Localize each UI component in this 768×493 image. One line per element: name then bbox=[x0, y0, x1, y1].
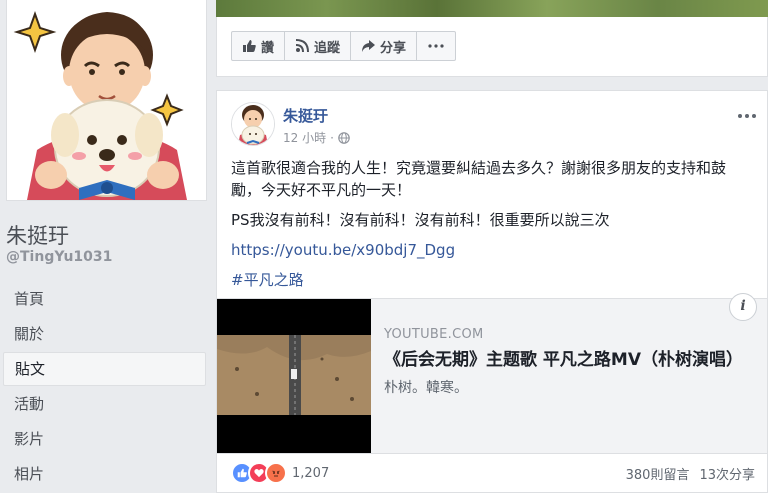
link-preview-domain: YOUTUBE.COM bbox=[384, 327, 484, 342]
page-action-card: 讚 追蹤 分享 bbox=[216, 17, 768, 77]
page-nav: 首頁 關於 貼文 活動 影片 相片 bbox=[0, 282, 216, 492]
like-page-button[interactable]: 讚 bbox=[232, 32, 286, 60]
post-link[interactable]: https://youtu.be/x90bdj7_Dgg bbox=[231, 241, 455, 259]
nav-item-photos[interactable]: 相片 bbox=[3, 457, 206, 491]
page-name[interactable]: 朱挺玗 bbox=[6, 220, 69, 250]
reaction-count: 1,207 bbox=[292, 465, 330, 481]
desert-road-thumbnail bbox=[217, 299, 371, 453]
reactions-summary[interactable]: 1,207 bbox=[231, 462, 329, 484]
share-button[interactable]: 分享 bbox=[351, 32, 418, 60]
video-thumbnail[interactable] bbox=[217, 299, 371, 453]
link-preview-card[interactable]: YOUTUBE.COM 《后会无期》主题歌 平凡之路MV（朴树演唱） 朴树。韓寒… bbox=[217, 293, 767, 454]
left-column: 朱挺玗 @TingYu1031 首頁 關於 貼文 活動 影片 相片 bbox=[0, 0, 216, 493]
globe-icon[interactable] bbox=[338, 131, 350, 144]
ellipsis-icon bbox=[738, 114, 756, 118]
nav-item-videos[interactable]: 影片 bbox=[3, 422, 206, 456]
post-hashtag[interactable]: #平凡之路 bbox=[231, 271, 304, 289]
link-preview-title[interactable]: 《后会无期》主题歌 平凡之路MV（朴树演唱） bbox=[384, 348, 754, 372]
post-stats: 380則留言 13次分享 bbox=[626, 464, 755, 483]
follow-label: 追蹤 bbox=[314, 40, 341, 56]
thumbs-up-icon bbox=[243, 40, 256, 52]
share-arrow-icon bbox=[362, 40, 376, 52]
page-handle[interactable]: @TingYu1031 bbox=[6, 249, 112, 265]
angry-reaction-icon bbox=[265, 462, 287, 484]
profile-picture[interactable] bbox=[6, 0, 207, 201]
share-count-link[interactable]: 13次分享 bbox=[699, 464, 755, 483]
nav-item-posts[interactable]: 貼文 bbox=[3, 352, 206, 386]
post-author-name[interactable]: 朱挺玗 bbox=[283, 105, 328, 126]
cartoon-avatar-illustration bbox=[7, 0, 206, 200]
rss-follow-icon bbox=[295, 39, 310, 53]
comment-count-link[interactable]: 380則留言 bbox=[626, 464, 690, 483]
link-preview-description: 朴树。韓寒。 bbox=[384, 380, 468, 396]
post-options-button[interactable] bbox=[737, 105, 757, 124]
more-options-button[interactable] bbox=[417, 32, 455, 60]
like-label: 讚 bbox=[261, 40, 275, 56]
post-card: 朱挺玗 12 小時 · 這首歌很適合我的人生！究竟還要糾結過去多久？謝謝很多朋友… bbox=[216, 90, 768, 493]
follow-button[interactable]: 追蹤 bbox=[285, 32, 352, 60]
ellipsis-icon bbox=[428, 44, 444, 48]
post-meta: 12 小時 · bbox=[283, 129, 350, 146]
post-body: 這首歌很適合我的人生！究竟還要糾結過去多久？謝謝很多朋友的支持和鼓勵，今天好不平… bbox=[231, 157, 755, 299]
post-footer: 1,207 380則留言 13次分享 bbox=[231, 461, 755, 485]
post-text-paragraph: 這首歌很適合我的人生！究竟還要糾結過去多久？謝謝很多朋友的支持和鼓勵，今天好不平… bbox=[231, 159, 727, 199]
nav-item-about[interactable]: 關於 bbox=[3, 317, 206, 351]
author-avatar-icon bbox=[232, 103, 274, 145]
nav-item-home[interactable]: 首頁 bbox=[3, 282, 206, 316]
nav-item-events[interactable]: 活動 bbox=[3, 387, 206, 421]
info-icon[interactable]: i bbox=[729, 293, 757, 321]
share-label: 分享 bbox=[380, 40, 407, 56]
post-text-paragraph: PS我沒有前科！沒有前科！沒有前科！很重要所以說三次 bbox=[231, 211, 610, 229]
cover-photo-strip bbox=[216, 0, 768, 17]
meta-separator: · bbox=[330, 130, 334, 145]
post-timestamp[interactable]: 12 小時 bbox=[283, 129, 326, 146]
post-author-avatar[interactable] bbox=[231, 102, 275, 146]
page-action-bar: 讚 追蹤 分享 bbox=[231, 31, 457, 61]
link-preview-info: YOUTUBE.COM 《后会无期》主题歌 平凡之路MV（朴树演唱） 朴树。韓寒… bbox=[384, 327, 754, 397]
